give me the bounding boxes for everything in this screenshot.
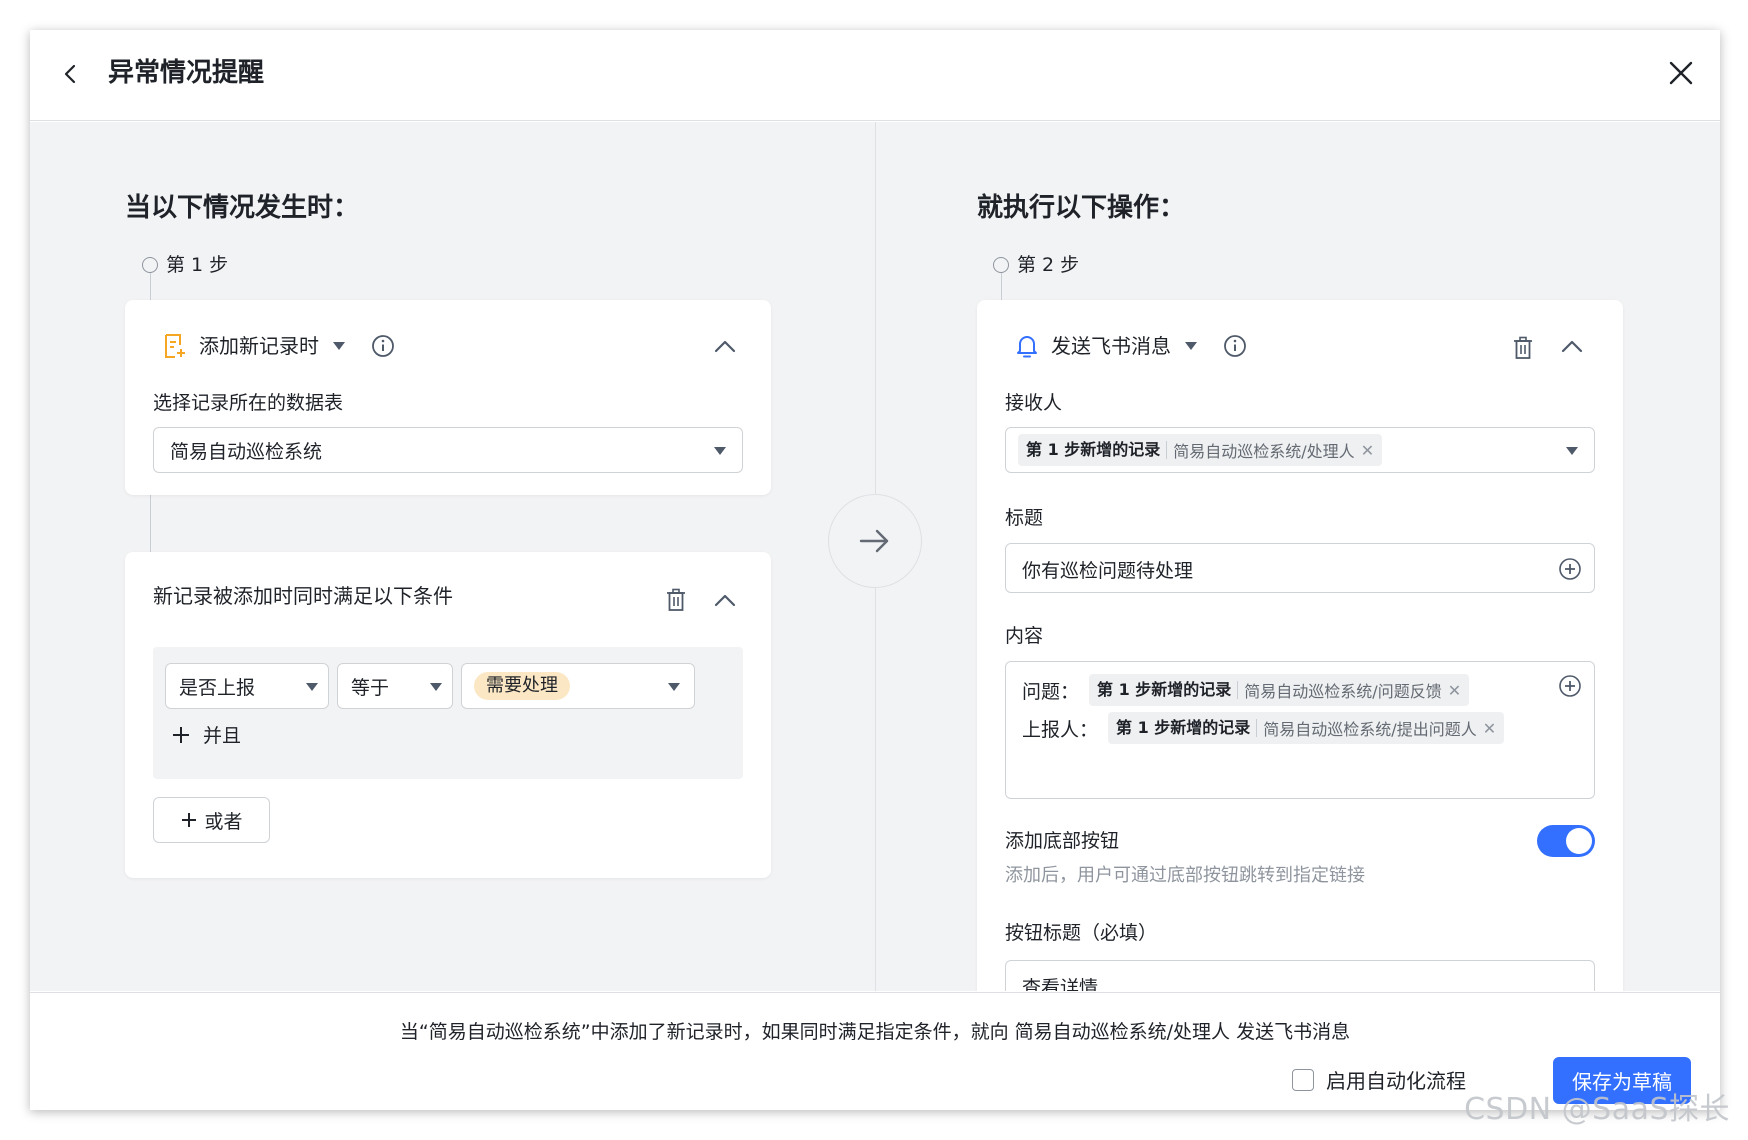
conditions-title: 新记录被添加时同时满足以下条件	[153, 584, 453, 608]
step-dot	[142, 257, 158, 273]
enable-automation-checkbox[interactable]: 启用自动化流程	[1292, 1065, 1466, 1094]
action-card: 发送飞书消息 接收人 第 1 步新增的记录 简易自动巡检系统/处理人 ✕ 标题 …	[977, 300, 1623, 991]
enable-automation-label: 启用自动化流程	[1326, 1069, 1466, 1093]
recipient-select[interactable]: 第 1 步新增的记录 简易自动巡检系统/处理人 ✕	[1005, 427, 1595, 473]
step-1-label: 第 1 步	[166, 254, 229, 276]
chip-source: 第 1 步新增的记录	[1097, 681, 1239, 699]
content-chip-1: 第 1 步新增的记录 简易自动巡检系统/问题反馈 ✕	[1089, 674, 1470, 706]
bottom-button-label: 添加底部按钮	[1005, 830, 1120, 852]
content-line-1-prefix: 问题：	[1022, 680, 1080, 703]
chip-field: 简易自动巡检系统/问题反馈	[1244, 682, 1442, 701]
button-title-input[interactable]: 查看详情	[1005, 960, 1595, 991]
condition-operator-value: 等于	[351, 676, 390, 699]
remove-chip-icon[interactable]: ✕	[1361, 441, 1374, 460]
chevron-down-icon	[668, 683, 680, 691]
chevron-down-icon	[1566, 447, 1578, 455]
and-label: 并且	[203, 725, 242, 747]
toggle-knob	[1566, 828, 1592, 854]
action-section-title: 就执行以下操作：	[977, 193, 1186, 223]
message-title-input[interactable]: 你有巡检问题待处理	[1005, 543, 1595, 593]
condition-field-select[interactable]: 是否上报	[165, 663, 329, 709]
trigger-card: 添加新记录时 选择记录所在的数据表 简易自动巡检系统	[125, 300, 771, 495]
trigger-header: 添加新记录时	[163, 332, 395, 360]
message-content-label: 内容	[1005, 625, 1044, 647]
automation-summary: 当“简易自动巡检系统”中添加了新记录时，如果同时满足指定条件，就向 简易自动巡检…	[399, 1021, 1351, 1043]
condition-operator-select[interactable]: 等于	[337, 663, 453, 709]
or-label: 或者	[204, 810, 243, 833]
chip-source: 第 1 步新增的记录	[1116, 719, 1258, 737]
message-title-label: 标题	[1005, 507, 1044, 529]
bottom-button-toggle[interactable]	[1537, 825, 1595, 857]
content-line-1: 问题： 第 1 步新增的记录 简易自动巡检系统/问题反馈 ✕	[1022, 674, 1470, 706]
chevron-down-icon	[306, 683, 318, 691]
bell-icon	[1017, 336, 1037, 358]
recipient-chip: 第 1 步新增的记录 简易自动巡检系统/处理人 ✕	[1018, 434, 1383, 466]
dialog-body: 当以下情况发生时： 第 1 步 添加新记录时 选择记录所在的数据表 简易自动巡检…	[30, 122, 1720, 991]
condition-field-value: 是否上报	[179, 676, 256, 699]
button-title-label: 按钮标题（必填）	[1005, 922, 1158, 944]
message-title-value: 你有巡检问题待处理	[1022, 560, 1194, 582]
insert-variable-plus-icon[interactable]	[1558, 674, 1582, 698]
condition-value-tag: 需要处理	[474, 672, 570, 700]
automation-dialog: 异常情况提醒 当以下情况发生时： 第 1 步 添加新记录时 选择记录所在的数据表…	[30, 30, 1720, 1110]
condition-value-select[interactable]: 需要处理	[461, 663, 695, 709]
collapse-chevron-up-icon[interactable]	[713, 336, 737, 356]
bottom-button-hint: 添加后，用户可通过底部按钮跳转到指定链接	[1005, 865, 1365, 886]
message-content-input[interactable]: 问题： 第 1 步新增的记录 简易自动巡检系统/问题反馈 ✕ 上报人： 第 1 …	[1005, 661, 1595, 799]
button-title-value: 查看详情	[1022, 977, 1099, 991]
page-title: 异常情况提醒	[108, 58, 265, 88]
table-select-label: 选择记录所在的数据表	[153, 392, 344, 414]
action-header: 发送飞书消息	[1015, 332, 1247, 360]
chevron-down-icon	[714, 447, 726, 455]
checkbox-box[interactable]	[1292, 1068, 1314, 1091]
action-name[interactable]: 发送飞书消息	[1051, 332, 1171, 360]
back-arrow-icon[interactable]	[60, 58, 82, 90]
conditions-card: 新记录被添加时同时满足以下条件 是否上报 等于 需要处理 并且 或者	[125, 552, 771, 878]
watermark: CSDN @SaaS探长	[1464, 1092, 1730, 1127]
remove-chip-icon[interactable]: ✕	[1483, 719, 1496, 738]
add-and-condition-button[interactable]: 并且	[171, 721, 241, 748]
dialog-header: 异常情况提醒	[30, 30, 1720, 121]
step-2-indicator: 第 2 步	[993, 253, 1079, 277]
add-record-icon	[165, 334, 185, 358]
collapse-chevron-up-icon[interactable]	[713, 590, 737, 610]
table-select-value: 简易自动巡检系统	[170, 440, 323, 463]
remove-chip-icon[interactable]: ✕	[1448, 681, 1461, 700]
step-1-indicator: 第 1 步	[142, 253, 228, 277]
chip-field: 简易自动巡检系统/提出问题人	[1263, 720, 1477, 739]
delete-trash-icon[interactable]	[665, 588, 687, 612]
step-2-label: 第 2 步	[1017, 254, 1080, 276]
chip-field: 简易自动巡检系统/处理人	[1173, 442, 1355, 461]
close-icon[interactable]	[1666, 58, 1696, 88]
content-line-2-prefix: 上报人：	[1022, 718, 1099, 741]
info-icon[interactable]	[1223, 334, 1247, 358]
action-dropdown-icon[interactable]	[1185, 342, 1197, 350]
info-icon[interactable]	[371, 334, 395, 358]
chevron-down-icon	[430, 683, 442, 691]
recipient-label: 接收人	[1005, 392, 1063, 414]
content-chip-2: 第 1 步新增的记录 简易自动巡检系统/提出问题人 ✕	[1108, 712, 1505, 744]
collapse-chevron-up-icon[interactable]	[1560, 336, 1584, 356]
insert-variable-plus-icon[interactable]	[1558, 557, 1582, 581]
trigger-name[interactable]: 添加新记录时	[199, 332, 319, 360]
table-select[interactable]: 简易自动巡检系统	[153, 427, 743, 473]
condition-group: 是否上报 等于 需要处理 并且	[153, 647, 743, 779]
plus-icon	[173, 726, 189, 743]
arrow-right-icon	[859, 529, 889, 553]
flow-arrow	[828, 494, 922, 588]
plus-icon	[182, 813, 197, 827]
delete-trash-icon[interactable]	[1512, 336, 1534, 360]
step-dot	[993, 257, 1009, 273]
content-line-2: 上报人： 第 1 步新增的记录 简易自动巡检系统/提出问题人 ✕	[1022, 712, 1505, 744]
add-or-condition-button[interactable]: 或者	[153, 797, 270, 843]
trigger-section-title: 当以下情况发生时：	[125, 193, 360, 223]
chip-source: 第 1 步新增的记录	[1026, 441, 1168, 459]
trigger-dropdown-icon[interactable]	[333, 342, 345, 350]
